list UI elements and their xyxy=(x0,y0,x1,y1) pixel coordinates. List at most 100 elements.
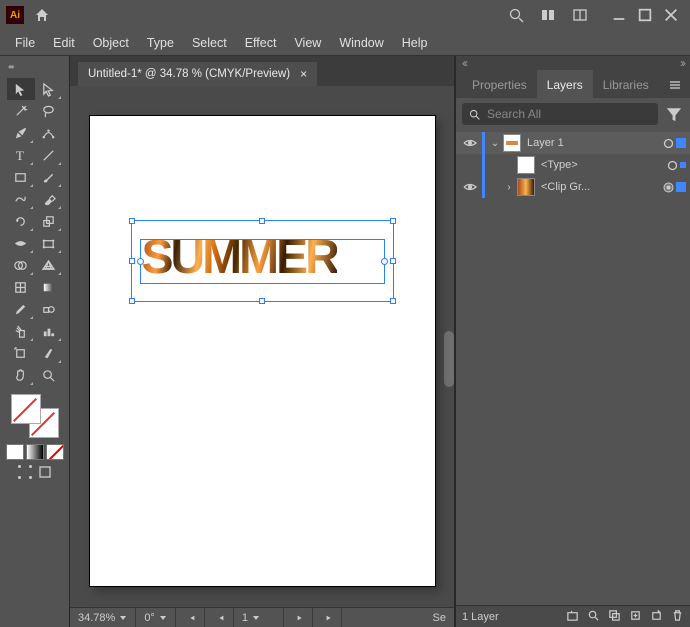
eraser-tool[interactable] xyxy=(35,188,63,210)
selection-handle[interactable] xyxy=(259,298,265,304)
none-mode-button[interactable] xyxy=(46,444,64,460)
shaper-tool[interactable] xyxy=(7,188,35,210)
fill-swatch[interactable] xyxy=(11,394,41,424)
locate-object-button[interactable] xyxy=(587,609,600,625)
canvas-viewport[interactable]: SUMMER xyxy=(70,86,454,607)
artboard-nav-last[interactable] xyxy=(313,608,342,627)
layer-target-button[interactable] xyxy=(660,138,676,149)
layer-row[interactable]: › <Clip Gr... xyxy=(456,176,690,198)
layer-row[interactable]: <Type> xyxy=(456,154,690,176)
paintbrush-tool[interactable] xyxy=(35,166,63,188)
selection-handle[interactable] xyxy=(259,218,265,224)
panel-menu-button[interactable] xyxy=(660,75,690,98)
selection-handle[interactable] xyxy=(129,258,135,264)
document-tab-close-button[interactable]: × xyxy=(300,67,307,81)
type-tool[interactable]: T xyxy=(7,144,35,166)
zoom-tool[interactable] xyxy=(35,364,63,386)
draw-normal-button[interactable] xyxy=(16,464,34,480)
direct-selection-tool[interactable] xyxy=(35,78,63,100)
artboard-number-field[interactable]: 1 xyxy=(234,608,284,627)
artboard-nav-next[interactable] xyxy=(284,608,313,627)
gradient-mode-button[interactable] xyxy=(26,444,44,460)
artboard-tool[interactable] xyxy=(7,342,35,364)
curvature-tool[interactable] xyxy=(35,122,63,144)
home-button[interactable] xyxy=(32,5,52,25)
selection-tool[interactable] xyxy=(7,78,35,100)
tab-properties[interactable]: Properties xyxy=(462,72,537,98)
width-tool[interactable] xyxy=(7,232,35,254)
line-tool[interactable] xyxy=(35,144,63,166)
draw-behind-button[interactable] xyxy=(36,464,54,480)
panel-expand-button[interactable]: ›› xyxy=(680,56,684,70)
selection-handle[interactable] xyxy=(390,218,396,224)
arrange-panels-button-2[interactable] xyxy=(567,3,593,27)
collect-for-export-button[interactable] xyxy=(566,609,579,625)
panel-collapse-button[interactable]: ‹‹ xyxy=(462,56,466,70)
rotate-tool[interactable] xyxy=(7,210,35,232)
make-clipping-mask-button[interactable] xyxy=(608,609,621,625)
menu-help[interactable]: Help xyxy=(393,36,437,50)
free-transform-tool[interactable] xyxy=(35,232,63,254)
selection-inner-box[interactable] xyxy=(140,239,385,284)
menu-file[interactable]: File xyxy=(6,36,44,50)
layer-name[interactable]: <Type> xyxy=(541,159,664,171)
layer-expand-toggle[interactable]: › xyxy=(503,182,515,193)
window-close-button[interactable] xyxy=(660,7,682,23)
fill-stroke-control[interactable] xyxy=(7,394,63,438)
layer-selection-indicator[interactable] xyxy=(676,182,686,192)
mesh-tool[interactable] xyxy=(7,276,35,298)
rotation-field[interactable]: 0° xyxy=(136,608,176,627)
app-logo[interactable]: Ai xyxy=(6,6,24,24)
create-new-layer-button[interactable] xyxy=(650,609,663,625)
perspective-grid-tool[interactable] xyxy=(35,254,63,276)
layer-target-button[interactable] xyxy=(664,160,680,171)
window-maximize-button[interactable] xyxy=(634,7,656,23)
create-sublayer-button[interactable] xyxy=(629,609,642,625)
visibility-toggle[interactable] xyxy=(460,180,480,194)
shape-builder-tool[interactable] xyxy=(7,254,35,276)
menu-object[interactable]: Object xyxy=(84,36,138,50)
menu-view[interactable]: View xyxy=(285,36,330,50)
menu-type[interactable]: Type xyxy=(138,36,183,50)
arrange-panels-button-1[interactable] xyxy=(535,3,561,27)
panel-drag-handle[interactable]: •• xyxy=(8,60,12,76)
layer-name[interactable]: <Clip Gr... xyxy=(541,181,660,193)
eyedropper-tool[interactable] xyxy=(7,298,35,320)
vertical-scrollbar[interactable] xyxy=(442,86,454,607)
layer-name[interactable]: Layer 1 xyxy=(527,137,660,149)
selection-handle[interactable] xyxy=(390,258,396,264)
selection-handle[interactable] xyxy=(137,258,144,265)
rectangle-tool[interactable] xyxy=(7,166,35,188)
titlebar-search-button[interactable] xyxy=(503,3,529,27)
selection-handle[interactable] xyxy=(381,258,388,265)
color-mode-button[interactable] xyxy=(6,444,24,460)
gradient-tool[interactable] xyxy=(35,276,63,298)
visibility-toggle[interactable] xyxy=(460,136,480,150)
tab-libraries[interactable]: Libraries xyxy=(593,72,659,98)
layers-filter-button[interactable] xyxy=(664,104,684,124)
artboard[interactable]: SUMMER xyxy=(90,116,435,586)
tab-layers[interactable]: Layers xyxy=(537,70,593,98)
layer-expand-toggle[interactable]: ⌄ xyxy=(489,138,501,149)
symbol-sprayer-tool[interactable] xyxy=(7,320,35,342)
menu-window[interactable]: Window xyxy=(330,36,392,50)
zoom-field[interactable]: 34.78% xyxy=(70,608,136,627)
menu-select[interactable]: Select xyxy=(183,36,236,50)
layer-selection-indicator[interactable] xyxy=(680,162,686,168)
selection-handle[interactable] xyxy=(129,298,135,304)
magic-wand-tool[interactable] xyxy=(7,100,35,122)
selection-handle[interactable] xyxy=(390,298,396,304)
blend-tool[interactable] xyxy=(35,298,63,320)
window-minimize-button[interactable] xyxy=(608,7,630,23)
vertical-scrollbar-thumb[interactable] xyxy=(444,331,454,387)
selection-handle[interactable] xyxy=(129,218,135,224)
layer-target-button[interactable] xyxy=(660,182,676,193)
menu-effect[interactable]: Effect xyxy=(236,36,286,50)
layers-search-input[interactable]: Search All xyxy=(462,103,658,125)
slice-tool[interactable] xyxy=(35,342,63,364)
layer-row[interactable]: ⌄ Layer 1 xyxy=(456,132,690,154)
hand-tool[interactable] xyxy=(7,364,35,386)
scale-tool[interactable] xyxy=(35,210,63,232)
menu-edit[interactable]: Edit xyxy=(44,36,84,50)
delete-layer-button[interactable] xyxy=(671,609,684,625)
